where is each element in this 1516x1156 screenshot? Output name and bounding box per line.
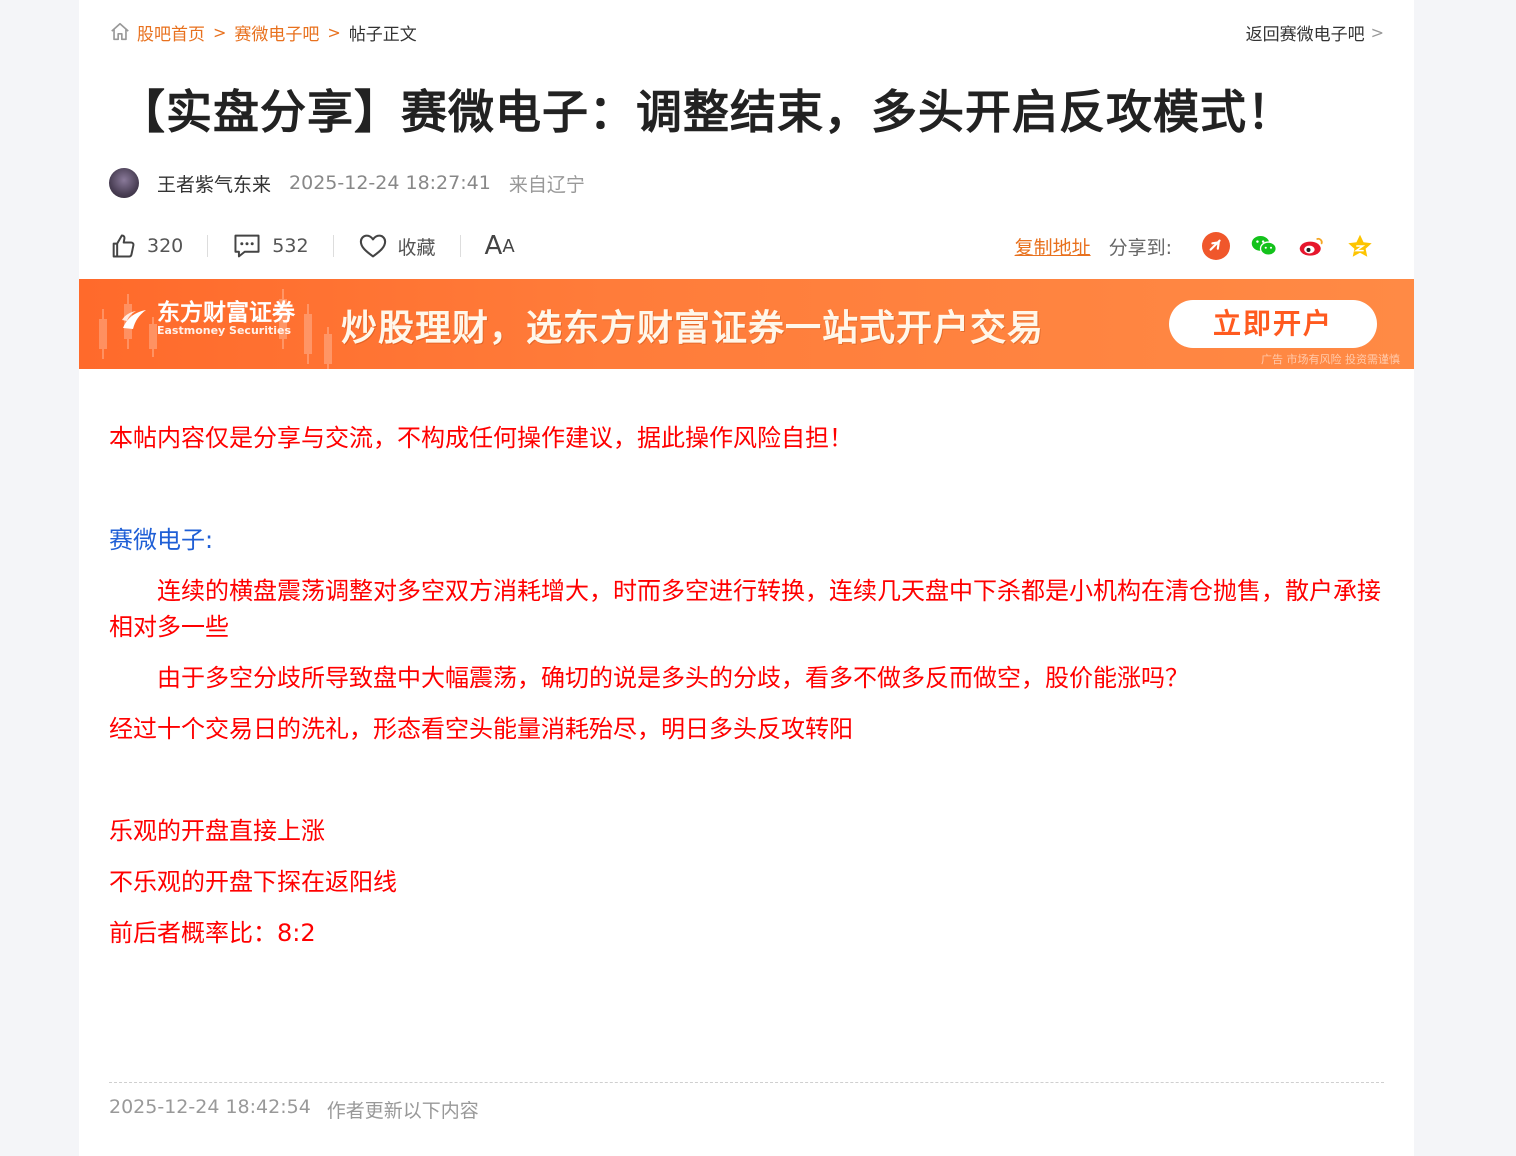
like-button[interactable]: 320 [109,232,183,260]
action-bar: 320 532 收藏 AA 复制地址 分享到: [109,226,1384,266]
back-to-bar-link[interactable]: 返回赛微电子吧 > [1246,20,1384,45]
avatar[interactable] [109,168,139,198]
comment-icon [234,234,260,258]
share-label: 分享到: [1108,236,1172,259]
post-title: 【实盘分享】赛微电子：调整结束，多头开启反攻模式！ [119,85,1294,139]
probability-ratio: 前后者概率比：8:2 [109,919,316,947]
author-info: 王者紫气东来 2025-12-24 18:27:41 来自辽宁 [109,166,585,200]
eastmoney-logo: 东方财富证券 Eastmoney Securities [119,301,295,337]
font-small-label: A [502,235,515,257]
post-content: 本帖内容仅是分享与交流，不构成任何操作建议，据此操作风险自担！ 赛微电子: 连续… [109,420,1384,951]
chevron-right-icon: > [327,22,341,42]
heart-icon [359,234,386,258]
breadcrumb-home-link[interactable]: 股吧首页 [137,20,205,45]
favorite-label: 收藏 [397,236,436,259]
divider [207,235,209,257]
divider [459,235,461,257]
chevron-right-icon: > [213,22,227,42]
paragraph-2: 由于多空分歧所导致盘中大幅震荡，确切的说是多头的分歧，看多不做多反而做空，股价能… [157,664,1189,692]
favorite-button[interactable]: 收藏 [358,232,436,260]
logo-cn: 东方财富证券 [157,299,295,326]
scenario-2: 不乐观的开盘下探在返阳线 [109,868,397,896]
comment-button[interactable]: 532 [232,232,309,260]
thumbs-up-icon [112,234,135,258]
like-count: 320 [147,235,184,257]
post-page: 股吧首页 > 赛微电子吧 > 帖子正文 返回赛微电子吧 > 【实盘分享】赛微电子… [79,0,1414,1156]
share-area: 复制地址 分享到: [1015,232,1384,260]
stock-heading: 赛微电子: [109,526,214,554]
scenario-1: 乐观的开盘直接上涨 [109,817,325,845]
qzone-icon[interactable] [1346,232,1374,260]
copy-link-button[interactable]: 复制地址 [1015,233,1091,260]
logo-en: Eastmoney Securities [157,324,292,337]
paragraph-3: 经过十个交易日的洗礼，形态看空头能量消耗殆尽，明日多头反攻转阳 [109,715,853,743]
post-location: 来自辽宁 [508,173,585,196]
open-account-button[interactable]: 立即开户 [1169,300,1377,348]
font-large-label: A [484,231,503,261]
post-time: 2025-12-24 18:27:41 [289,172,491,194]
divider [332,235,334,257]
banner-slogan: 炒股理财，选东方财富证券一站式开户交易 [341,308,1045,349]
paragraph-1: 连续的横盘震荡调整对多空双方消耗增大，时而多空进行转换，连续几天盘中下杀都是小机… [109,577,1381,641]
chevron-right-icon: > [1370,23,1384,42]
author-name[interactable]: 王者紫气东来 [157,170,271,197]
author-update-header: 2025-12-24 18:42:54 作者更新以下内容 [109,1096,479,1123]
font-size-toggle[interactable]: AA [485,231,515,261]
update-time: 2025-12-24 18:42:54 [109,1096,311,1118]
toutiao-icon[interactable] [1202,232,1230,260]
breadcrumb: 股吧首页 > 赛微电子吧 > 帖子正文 [109,20,417,45]
home-icon[interactable] [109,21,131,43]
breadcrumb-current: 帖子正文 [348,24,417,45]
eastmoney-logo-icon [122,310,146,329]
back-to-bar-label: 返回赛微电子吧 [1245,25,1365,45]
disclaimer-text: 本帖内容仅是分享与交流，不构成任何操作建议，据此操作风险自担！ [109,424,853,452]
ad-note: 广告 市场有风险 投资需谨慎 [1261,353,1400,366]
weibo-icon[interactable] [1298,232,1326,260]
wechat-icon[interactable] [1250,232,1278,260]
update-label: 作者更新以下内容 [326,1100,479,1122]
update-divider [109,1082,1384,1083]
comment-count: 532 [272,235,309,257]
breadcrumb-bar-link[interactable]: 赛微电子吧 [234,20,319,45]
ad-banner[interactable]: 东方财富证券 Eastmoney Securities 炒股理财，选东方财富证券… [79,279,1414,369]
